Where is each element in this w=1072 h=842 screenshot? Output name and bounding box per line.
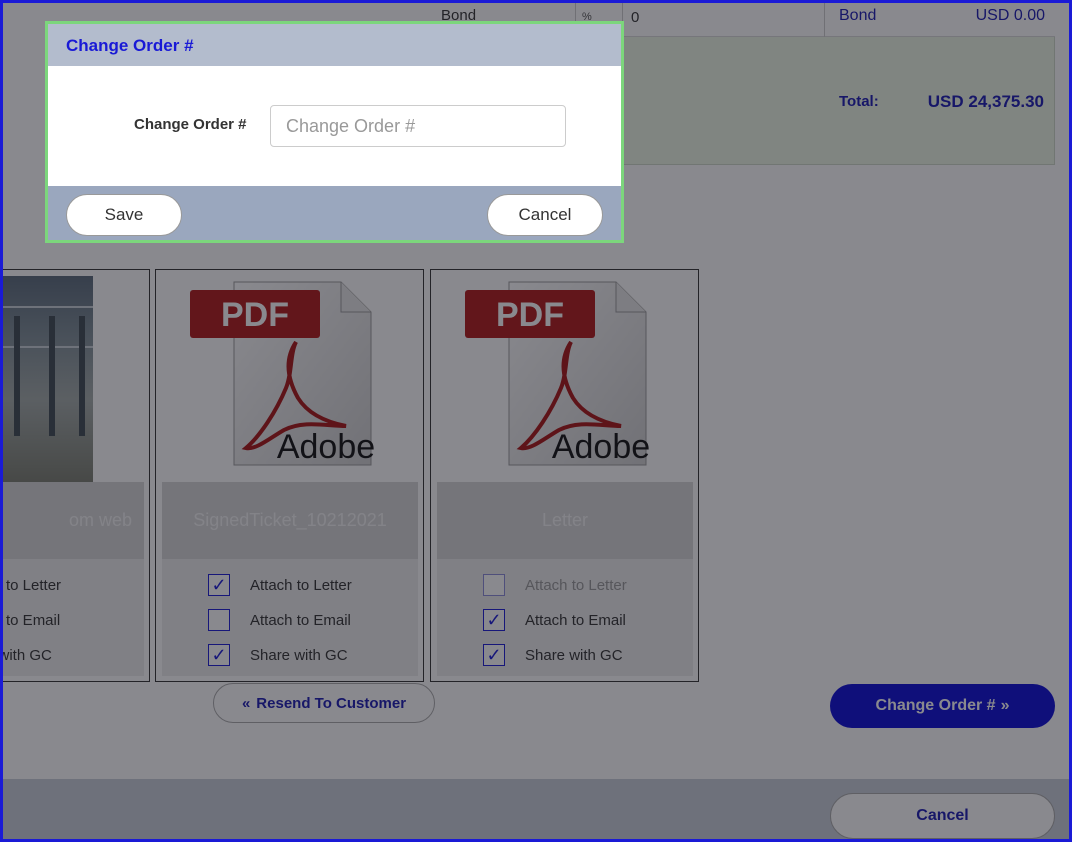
cancel-button[interactable]: Cancel	[487, 194, 603, 236]
save-button[interactable]: Save	[66, 194, 182, 236]
dialog-footer: Save Cancel	[48, 186, 621, 240]
app-frame: Bond % 0 Bond USD 0.00 Total: USD 24,375…	[0, 0, 1072, 842]
dialog-title: Change Order #	[66, 36, 194, 55]
change-order-field-label: Change Order #	[134, 116, 247, 133]
change-order-input[interactable]	[270, 105, 566, 147]
dialog-body: Change Order #	[48, 66, 621, 186]
change-order-dialog: Change Order # Change Order # Save Cance…	[45, 21, 624, 243]
dialog-header: Change Order #	[48, 24, 621, 66]
